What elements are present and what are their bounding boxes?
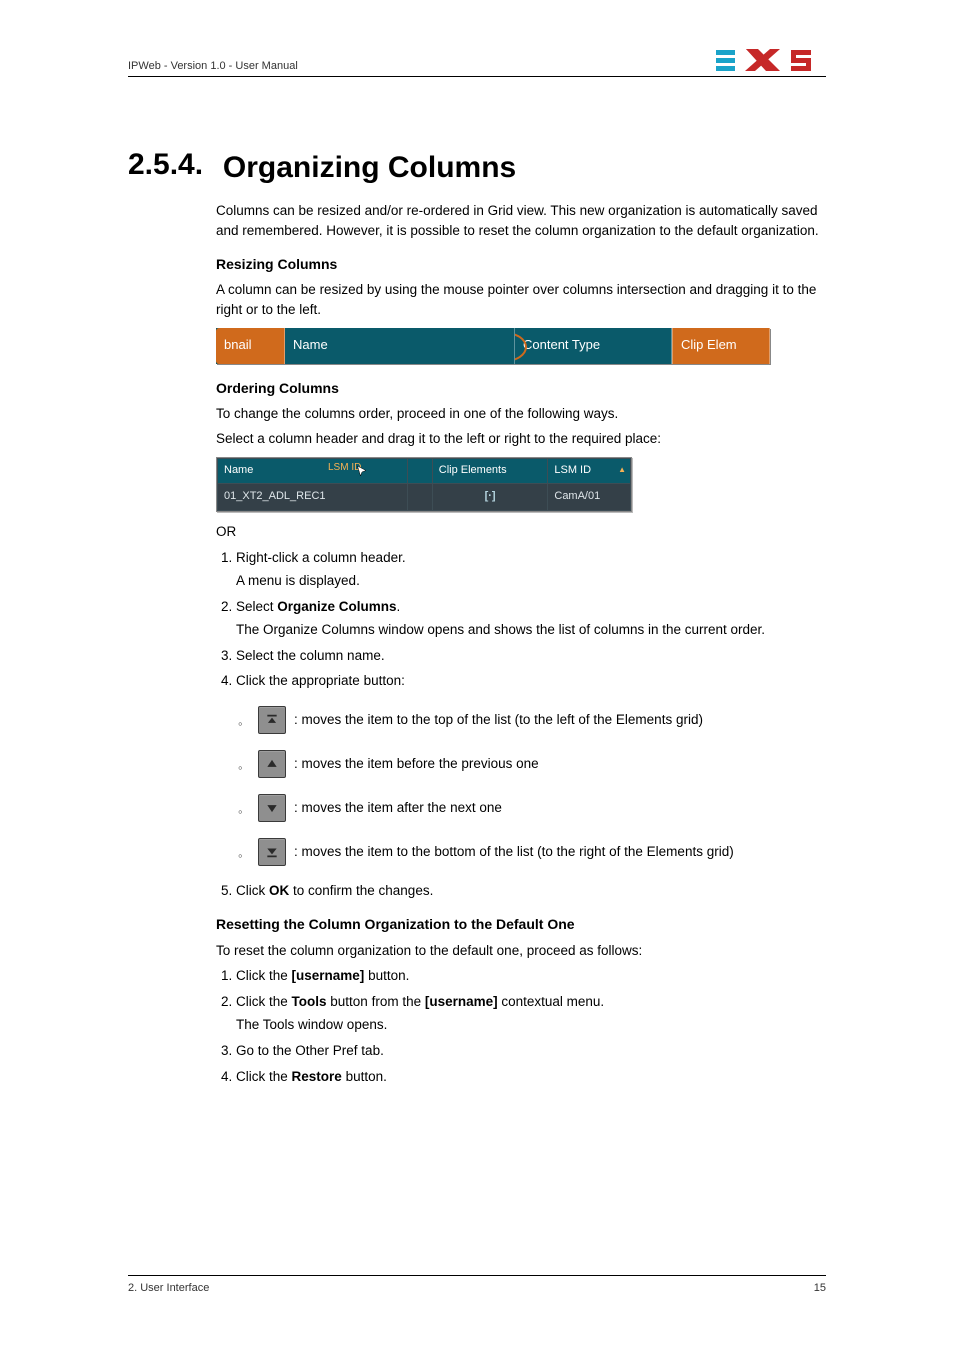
reset-s4-pre: Click the bbox=[236, 1069, 292, 1084]
section-number: 2.5.4. bbox=[128, 148, 214, 182]
drag-illustration: Name LSM ID Clip Elements LSM ID ▲ bbox=[216, 457, 632, 512]
reset-step-1: Click the [username] button. bbox=[236, 966, 826, 986]
move-down-desc: : moves the item after the next one bbox=[294, 798, 502, 818]
reset-step-3: Go to the Other Pref tab. bbox=[236, 1041, 826, 1061]
step-2-bold: Organize Columns bbox=[277, 599, 396, 614]
reset-s2-bold2: [username] bbox=[425, 994, 498, 1009]
reset-lead: To reset the column organization to the … bbox=[216, 941, 826, 961]
move-up-icon bbox=[258, 750, 286, 778]
move-down-icon bbox=[258, 794, 286, 822]
or-label: OR bbox=[216, 522, 826, 542]
ordering-lead: To change the columns order, proceed in … bbox=[216, 404, 826, 424]
resize-illustration: bnail Name ⇔ Content Type Clip Elem bbox=[216, 328, 770, 364]
step-4: Click the appropriate button: : moves th… bbox=[236, 671, 826, 867]
step-1-sub: A menu is displayed. bbox=[236, 571, 826, 591]
drag-ghost-label: LSM ID bbox=[328, 461, 361, 476]
illus1-ctype-label: Content Type bbox=[523, 336, 600, 355]
reset-s2-sub: The Tools window opens. bbox=[236, 1015, 826, 1035]
ordering-drag-instruction: Select a column header and drag it to th… bbox=[216, 429, 826, 449]
move-up-desc: : moves the item before the previous one bbox=[294, 754, 539, 774]
reset-s1-post: button. bbox=[364, 968, 409, 983]
step-2-sub: The Organize Columns window opens and sh… bbox=[236, 620, 826, 640]
page-number: 15 bbox=[814, 1282, 826, 1294]
step-5: Click OK to confirm the changes. bbox=[236, 881, 826, 901]
illus2-th-name: Name bbox=[224, 464, 253, 476]
move-bottom-desc: : moves the item to the bottom of the li… bbox=[294, 842, 734, 862]
reset-step-2: Click the Tools button from the [usernam… bbox=[236, 992, 826, 1035]
move-top-desc: : moves the item to the top of the list … bbox=[294, 710, 703, 730]
clip-elements-icon: [·] bbox=[485, 490, 496, 502]
reset-s2-mid: button from the bbox=[327, 994, 425, 1009]
reset-s2-pre: Click the bbox=[236, 994, 292, 1009]
reset-s1-bold: [username] bbox=[292, 968, 365, 983]
intro-paragraph: Columns can be resized and/or re-ordered… bbox=[216, 201, 826, 240]
reset-s2-bold1: Tools bbox=[292, 994, 327, 1009]
reset-s4-bold: Restore bbox=[292, 1069, 342, 1084]
step-2: Select Organize Columns. The Organize Co… bbox=[236, 597, 826, 640]
move-top-icon bbox=[258, 706, 286, 734]
reset-s2-post: contextual menu. bbox=[498, 994, 605, 1009]
section-heading: 2.5.4. Organizing Columns bbox=[128, 148, 826, 185]
reset-heading: Resetting the Column Organization to the… bbox=[216, 914, 826, 934]
illus1-col-ctype: ⇔ Content Type bbox=[515, 328, 672, 364]
resizing-heading: Resizing Columns bbox=[216, 254, 826, 274]
section-title: Organizing Columns bbox=[223, 151, 516, 185]
sort-asc-icon: ▲ bbox=[618, 464, 626, 476]
illus2-td-lsmid: CamA/01 bbox=[548, 483, 631, 510]
reset-s4-post: button. bbox=[342, 1069, 387, 1084]
step-5-pre: Click bbox=[236, 883, 269, 898]
step-3: Select the column name. bbox=[236, 646, 826, 666]
move-bottom-icon bbox=[258, 838, 286, 866]
doc-title: IPWeb - Version 1.0 - User Manual bbox=[128, 60, 298, 72]
step-5-post: to confirm the changes. bbox=[289, 883, 433, 898]
step-5-bold: OK bbox=[269, 883, 289, 898]
illus2-th-lsmid: LSM ID bbox=[554, 464, 591, 476]
resizing-text: A column can be resized by using the mou… bbox=[216, 280, 826, 319]
illus2-th-clip-elements: Clip Elements bbox=[432, 458, 548, 483]
illus1-col-name: Name bbox=[285, 328, 515, 364]
ordering-heading: Ordering Columns bbox=[216, 378, 826, 398]
reset-s1-pre: Click the bbox=[236, 968, 292, 983]
step-2-pre: Select bbox=[236, 599, 277, 614]
illus1-col-bnail: bnail bbox=[216, 328, 285, 364]
illus2-th-spacer bbox=[407, 458, 432, 483]
step-4-text: Click the appropriate button: bbox=[236, 673, 405, 688]
illus2-td-spacer bbox=[407, 483, 432, 510]
step-1-text: Right-click a column header. bbox=[236, 550, 406, 565]
illus2-td-name: 01_XT2_ADL_REC1 bbox=[218, 483, 408, 510]
step-2-post: . bbox=[397, 599, 401, 614]
step-1: Right-click a column header. A menu is d… bbox=[236, 548, 826, 591]
table-row: 01_XT2_ADL_REC1 [·] CamA/01 bbox=[218, 483, 631, 510]
footer-left: 2. User Interface bbox=[128, 1282, 209, 1294]
reset-step-4: Click the Restore button. bbox=[236, 1067, 826, 1087]
illus1-col-clipelem: Clip Elem bbox=[672, 328, 770, 364]
